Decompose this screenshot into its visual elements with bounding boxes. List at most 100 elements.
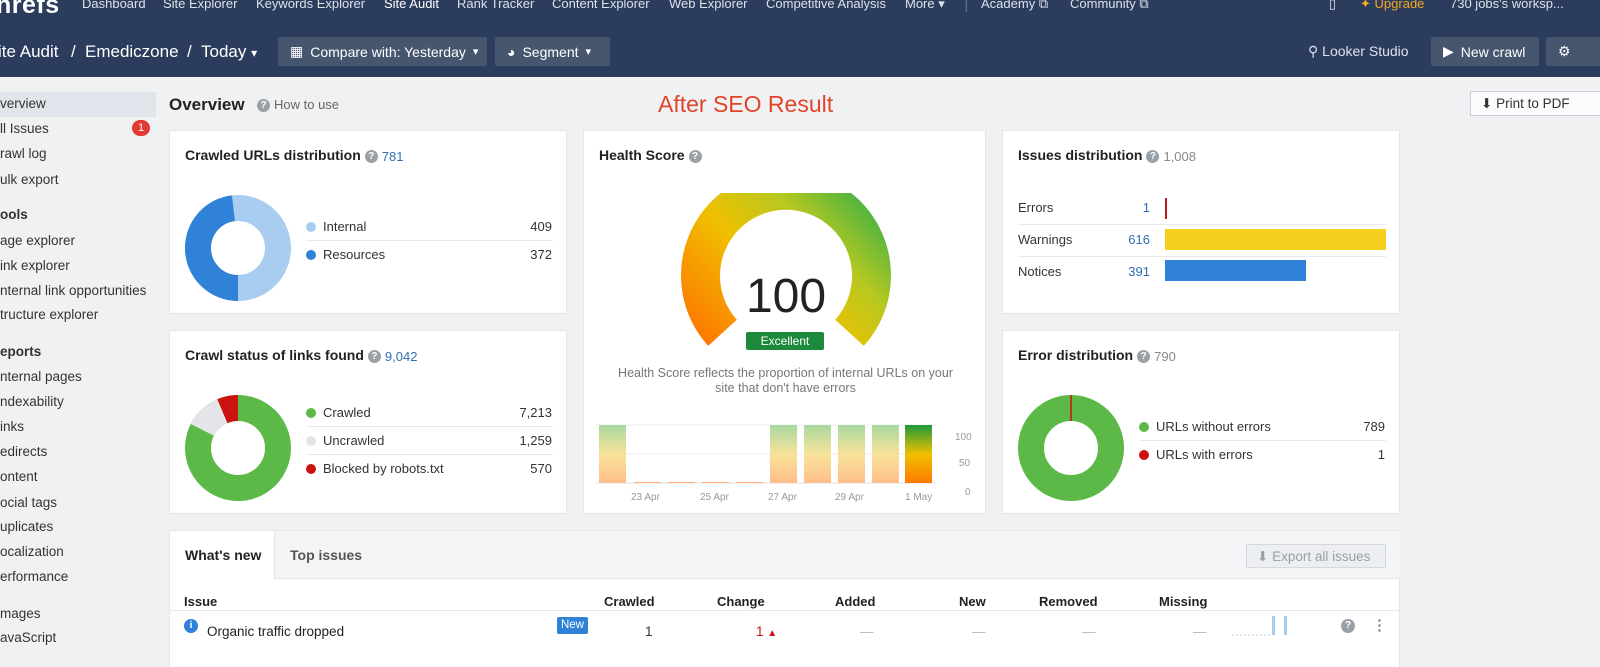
nav-content-explorer[interactable]: Content Explorer [552,0,650,11]
history-bar[interactable] [804,425,831,483]
export-all-issues-button[interactable]: ⬇ Export all issues [1246,544,1386,568]
segment-button[interactable]: ◕ Segment ▾ [495,37,610,66]
issue-name[interactable]: Organic traffic dropped [207,624,344,639]
legend-value[interactable]: 1,259 [490,433,552,448]
nav-rank-tracker[interactable]: Rank Tracker [457,0,534,11]
how-to-use-link[interactable]: ? How to use [257,97,339,113]
warnings-bar[interactable] [1165,229,1386,250]
sidebar-item-structure-explorer[interactable]: tructure explorer [0,307,98,322]
legend-label[interactable]: Internal [323,219,366,234]
legend-value[interactable]: 409 [510,219,552,234]
sidebar-item-internal-link-opportunities[interactable]: nternal link opportunities [0,283,146,298]
notices-bar[interactable] [1165,260,1306,281]
nav-more[interactable]: More ▾ [905,0,945,12]
breadcrumb-project[interactable]: Emediczone [85,42,179,62]
history-bar[interactable] [736,482,763,483]
nav-dashboard[interactable]: Dashboard [82,0,146,11]
upgrade-button[interactable]: ✦ Upgrade [1360,0,1424,12]
crawled-urls-total[interactable]: 781 [382,149,404,164]
col-header-added[interactable]: Added [835,594,875,609]
tablet-icon[interactable]: ▯ [1329,0,1336,12]
legend-label[interactable]: Blocked by robots.txt [323,461,444,476]
sidebar-item-link-explorer[interactable]: ink explorer [0,258,70,273]
col-header-new[interactable]: New [959,594,986,609]
issues-row-value[interactable]: 616 [1113,232,1150,247]
sidebar-item-javascript[interactable]: avaScript [0,630,56,645]
sidebar-item-images[interactable]: mages [0,606,41,621]
workspace-switcher[interactable]: 730 jobs's worksp... [1450,0,1564,11]
sidebar-item-page-explorer[interactable]: age explorer [0,233,75,248]
sidebar-item-links[interactable]: inks [0,419,24,434]
sidebar-item-crawl-log[interactable]: rawl log [0,146,47,161]
history-bar[interactable] [599,425,626,483]
nav-web-explorer[interactable]: Web Explorer [669,0,748,11]
history-bar[interactable] [668,482,695,483]
col-header-removed[interactable]: Removed [1039,594,1098,609]
nav-competitive-analysis[interactable]: Competitive Analysis [766,0,886,11]
sidebar-item-overview[interactable]: verview [0,96,46,111]
history-bar[interactable] [702,482,729,483]
col-header-change[interactable]: Change [717,594,765,609]
sidebar-heading-reports: eports [0,344,42,359]
legend-value[interactable]: 1 [1343,447,1385,462]
legend-label[interactable]: Resources [323,247,385,262]
sidebar-item-all-issues[interactable]: ll Issues [0,121,49,136]
help-icon[interactable]: ? [367,349,381,363]
legend-label[interactable]: URLs with errors [1156,447,1253,462]
new-crawl-button[interactable]: ▶ New crawl [1431,37,1539,66]
tab-top-issues[interactable]: Top issues [290,547,362,563]
sidebar-item-redirects[interactable]: edirects [0,444,47,459]
breadcrumb-date[interactable]: Today ▾ [201,42,257,62]
history-bar[interactable] [838,425,865,483]
issues-row-value[interactable]: 1 [1113,200,1150,215]
legend-value[interactable]: 7,213 [490,405,552,420]
help-icon[interactable]: ? [1137,349,1151,363]
history-bar-current[interactable] [905,425,932,483]
ahrefs-logo[interactable]: hrefs [0,0,60,20]
help-icon[interactable]: ? [688,149,702,163]
sidebar-item-bulk-export[interactable]: ulk export [0,172,59,187]
nav-site-audit[interactable]: Site Audit [384,0,439,11]
help-icon[interactable]: ? [1146,149,1160,163]
sidebar-item-social-tags[interactable]: ocial tags [0,495,57,510]
history-bar[interactable] [634,482,661,483]
col-header-issue[interactable]: Issue [184,594,217,609]
sidebar-item-performance[interactable]: erformance [0,569,68,584]
legend-label[interactable]: URLs without errors [1156,419,1271,434]
sidebar-item-internal-pages[interactable]: nternal pages [0,369,82,384]
legend-value[interactable]: 372 [510,247,552,262]
legend-value[interactable]: 570 [490,461,552,476]
history-bar[interactable] [872,425,899,483]
sidebar-item-indexability[interactable]: ndexability [0,394,64,409]
col-header-crawled[interactable]: Crawled [604,594,655,609]
issues-row-value[interactable]: 391 [1113,264,1150,279]
sidebar-item-duplicates[interactable]: uplicates [0,519,53,534]
nav-keywords-explorer[interactable]: Keywords Explorer [256,0,365,11]
sidebar-item-localization[interactable]: ocalization [0,544,64,559]
cell-crawled[interactable]: 1 [645,624,653,639]
more-options-icon[interactable]: ⋮ [1372,616,1387,634]
help-icon[interactable]: ? [1341,619,1355,633]
tab-whats-new[interactable]: What's new [170,531,275,580]
legend-value[interactable]: 789 [1343,419,1385,434]
external-link-icon: ⧉ [1038,0,1049,11]
nav-site-explorer[interactable]: Site Explorer [163,0,237,11]
legend-label[interactable]: Uncrawled [323,433,384,448]
nav-community[interactable]: Community ⧉ [1070,0,1149,12]
sidebar-item-content[interactable]: ontent [0,469,38,484]
nav-academy[interactable]: Academy ⧉ [981,0,1048,12]
trend-sparkline[interactable] [1232,614,1292,636]
compare-button[interactable]: ▦ Compare with: Yesterday ▾ [278,37,487,66]
breadcrumb-site-audit[interactable]: ite Audit [0,42,59,62]
col-header-missing[interactable]: Missing [1159,594,1207,609]
help-icon[interactable]: ? [364,149,378,163]
card-title-row: Crawled URLs distribution? 781 [185,147,404,164]
chevron-down-icon: ▾ [938,0,945,11]
crawl-status-total[interactable]: 9,042 [385,349,418,364]
print-to-pdf-button[interactable]: ⬇ Print to PDF [1470,91,1600,116]
history-bar[interactable] [770,425,797,483]
settings-button[interactable]: ⚙ [1546,37,1600,66]
errors-bar[interactable] [1165,198,1167,219]
legend-label[interactable]: Crawled [323,405,371,420]
looker-studio-link[interactable]: ⚲ Looker Studio [1308,43,1409,60]
